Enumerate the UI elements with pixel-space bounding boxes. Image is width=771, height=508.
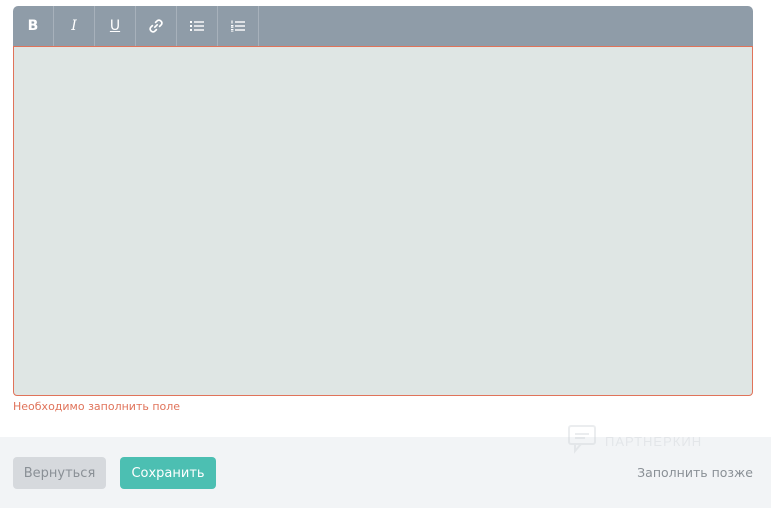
link-icon [148,18,164,34]
numbered-list-icon [230,19,246,33]
underline-icon: U [109,18,121,34]
fill-later-link[interactable]: Заполнить позже [637,465,753,480]
validation-error-message: Необходимо заполнить поле [13,400,181,413]
back-button[interactable]: Вернуться [13,457,106,489]
editor-toolbar: B I U [13,6,753,46]
chat-bubble-icon [567,424,599,458]
underline-button[interactable]: U [95,6,136,46]
watermark-logo: ПАРТНЕРКИН [567,424,702,458]
watermark-text: ПАРТНЕРКИН [605,433,703,449]
save-button[interactable]: Сохранить [120,457,216,489]
italic-icon: I [71,18,77,34]
bold-button[interactable]: B [13,6,54,46]
bullet-list-button[interactable] [177,6,218,46]
numbered-list-button[interactable] [218,6,259,46]
link-button[interactable] [136,6,177,46]
rich-text-editor: B I U [13,6,753,396]
italic-button[interactable]: I [54,6,95,46]
editor-text-area[interactable] [13,46,753,396]
bold-icon: B [27,18,39,34]
bullet-list-icon [189,19,205,33]
